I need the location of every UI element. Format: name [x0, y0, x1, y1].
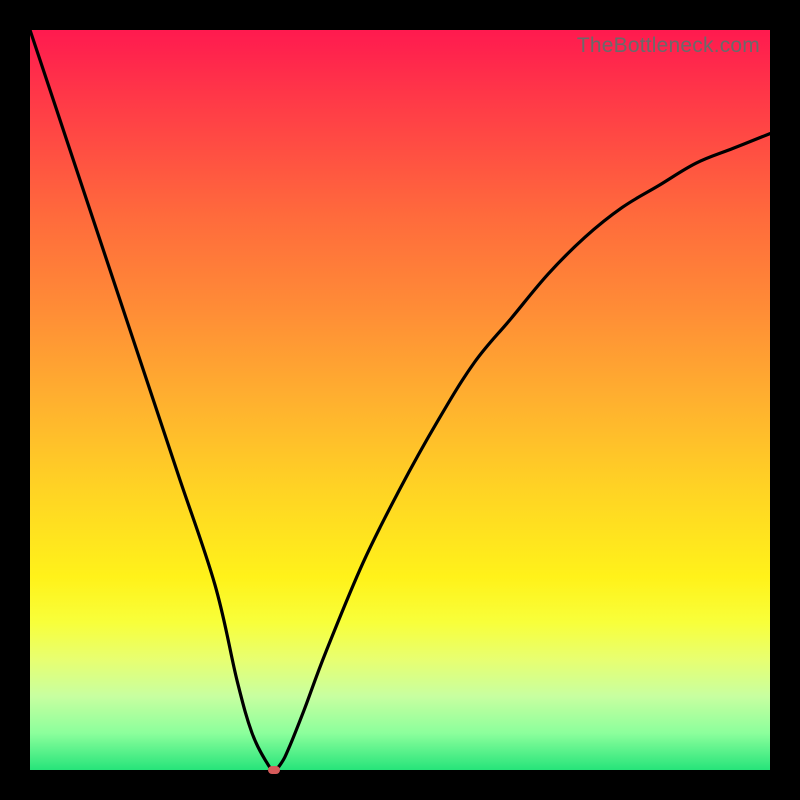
watermark-label: TheBottleneck.com — [577, 34, 760, 58]
plot-area: TheBottleneck.com — [30, 30, 770, 770]
optimum-marker-icon — [268, 766, 280, 774]
chart-frame: TheBottleneck.com — [0, 0, 800, 800]
bottleneck-curve — [30, 30, 770, 770]
